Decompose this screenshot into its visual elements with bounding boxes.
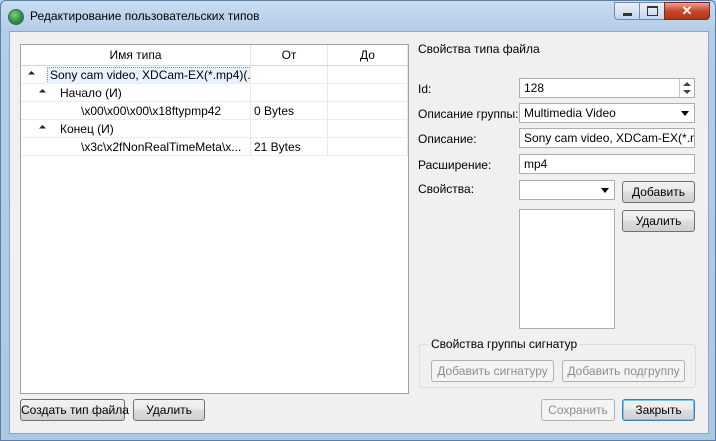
signature-group-box: Свойства группы сигнатур Добавить сигнат… [419,337,696,388]
tree-cell-from: 21 Bytes [251,138,328,156]
tree-cell-from [251,84,328,102]
tree-node-label: \x00\x00\x00\x18ftypmp42 [81,104,222,118]
chevron-down-icon [681,111,689,116]
tree-node-label: Конец (И) [60,122,114,136]
properties-list[interactable] [519,209,615,329]
expand-arrow-icon[interactable] [27,70,36,79]
create-file-type-button[interactable]: Создать тип файла [20,399,129,421]
description-field[interactable]: Sony cam video, XDCam-EX(*.mp4) [519,128,695,148]
add-subgroup-button[interactable]: Добавить подгруппу [562,360,685,382]
tree-cell-from [251,120,328,138]
arrow-up-icon[interactable] [683,82,691,86]
tree-cell-to [328,66,408,84]
arrow-down-icon[interactable] [683,90,691,94]
app-icon [8,9,24,25]
chevron-down-icon [601,188,609,193]
expand-arrow-icon[interactable] [38,124,47,133]
tree-row[interactable]: \x3c\x2fNonRealTimeMeta\x... 21 Bytes [21,138,408,156]
properties-select[interactable] [519,180,615,200]
maximize-icon [646,6,658,16]
id-value: 128 [524,81,545,95]
description-label: Описание: [418,132,477,146]
tree-cell-from [251,66,328,84]
tree-row[interactable]: Sony cam video, XDCam-EX(*.mp4)(... [21,66,408,84]
tree-cell-to [328,138,408,156]
minimize-button[interactable] [614,2,640,20]
close-icon: ✕ [681,3,693,18]
add-property-button[interactable]: Добавить [622,181,695,203]
type-tree[interactable]: Имя типа От До Sony cam video, XDCam-EX(… [20,44,409,394]
tree-row[interactable]: Начало (И) [21,84,408,102]
tree-cell-to [328,120,408,138]
add-signature-button[interactable]: Добавить сигнатуру [431,360,554,382]
id-spinner[interactable] [679,79,694,97]
tree-cell-to [328,84,408,102]
maximize-button[interactable] [639,2,665,20]
tree-node-label: Sony cam video, XDCam-EX(*.mp4)(... [47,67,250,83]
column-header-name[interactable]: Имя типа [21,45,251,65]
save-button[interactable]: Сохранить [541,399,615,421]
close-button[interactable]: Закрыть [622,399,695,421]
tree-node-label: \x3c\x2fNonRealTimeMeta\x... [81,140,242,154]
tree-cell-to [328,102,408,120]
tree-row[interactable]: Конец (И) [21,120,408,138]
file-type-properties-title: Свойства типа файла [418,42,540,56]
signature-group-title: Свойства группы сигнатур [428,337,581,351]
delete-type-button[interactable]: Удалить [133,399,205,421]
column-header-from[interactable]: От [251,45,328,65]
tree-node-label: Начало (И) [60,86,122,100]
properties-label: Свойства: [418,182,475,196]
tree-row[interactable]: \x00\x00\x00\x18ftypmp42 0 Bytes [21,102,408,120]
group-description-select[interactable]: Multimedia Video [519,103,695,123]
editor-window: Редактирование пользовательских типов ✕ … [0,0,716,441]
extension-label: Расширение: [418,158,492,172]
tree-cell-from: 0 Bytes [251,102,328,120]
delete-property-button[interactable]: Удалить [622,210,695,232]
id-spinbox[interactable]: 128 [519,78,695,98]
minimize-icon [622,12,632,16]
window-title: Редактирование пользовательских типов [30,9,260,23]
title-bar[interactable]: Редактирование пользовательских типов ✕ [1,1,715,31]
id-label: Id: [418,82,432,96]
extension-field[interactable]: mp4 [519,154,695,174]
column-header-to[interactable]: До [328,45,408,65]
dialog-client-area: Имя типа От До Sony cam video, XDCam-EX(… [9,31,709,434]
group-description-value: Multimedia Video [524,106,616,120]
close-window-button[interactable]: ✕ [664,2,710,20]
expand-arrow-icon[interactable] [38,88,47,97]
group-description-label: Описание группы: [418,107,519,121]
tree-header: Имя типа От До [21,45,408,66]
